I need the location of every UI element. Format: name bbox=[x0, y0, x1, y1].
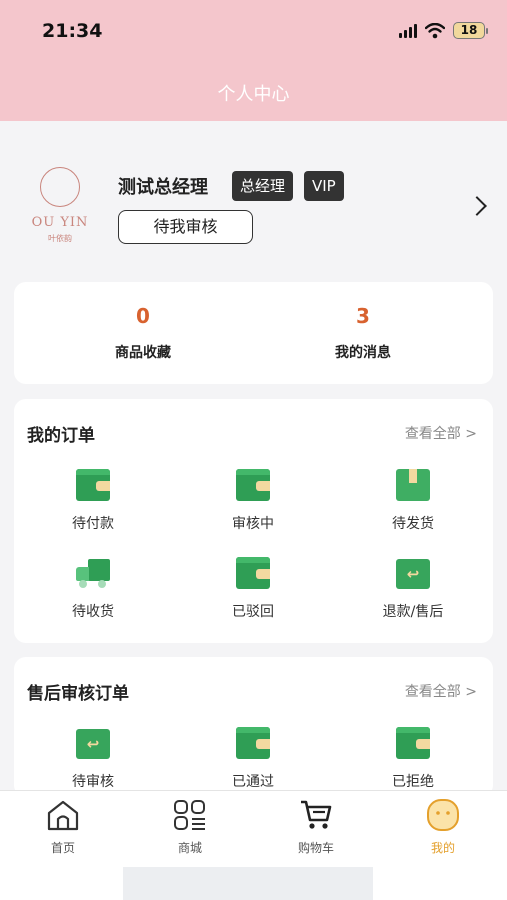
vip-badge: VIP bbox=[304, 171, 344, 201]
chevron-right-icon[interactable] bbox=[467, 196, 487, 216]
messages-label: 我的消息 bbox=[335, 345, 391, 361]
status-icons: 18 bbox=[399, 22, 488, 39]
favorites-count: 0 bbox=[136, 304, 150, 328]
wallet-icon bbox=[236, 555, 270, 589]
face-icon bbox=[427, 799, 459, 831]
home-icon bbox=[47, 800, 79, 831]
status-time: 21:34 bbox=[42, 20, 103, 42]
wifi-icon bbox=[425, 22, 445, 38]
gift-box-icon bbox=[396, 467, 430, 501]
header-bar: 21:34 18 个人中心 bbox=[0, 0, 507, 121]
orders-title: 我的订单 bbox=[27, 426, 95, 446]
role-badge: 总经理 bbox=[232, 171, 294, 201]
stats-card: 0 商品收藏 3 我的消息 bbox=[14, 282, 493, 384]
grid-icon bbox=[174, 800, 205, 830]
favorites-stat[interactable]: 0 商品收藏 bbox=[43, 304, 243, 362]
order-pending-payment[interactable]: 待付款 bbox=[38, 467, 148, 533]
after-sales-refused[interactable]: 已拒绝 bbox=[358, 725, 468, 791]
after-sales-review-card: 售后审核订单 查看全部 > ↩ 待审核 已通过 已拒绝 bbox=[14, 657, 493, 797]
wallet-icon bbox=[236, 467, 270, 501]
favorites-label: 商品收藏 bbox=[115, 345, 171, 361]
after-sales-approved[interactable]: 已通过 bbox=[198, 725, 308, 791]
after-sales-view-all-link[interactable]: 查看全部 > bbox=[405, 681, 477, 701]
after-sales-title: 售后审核订单 bbox=[27, 684, 129, 704]
order-to-receive[interactable]: 待收货 bbox=[38, 555, 148, 621]
page-title: 个人中心 bbox=[217, 84, 290, 105]
wallet-icon bbox=[236, 725, 270, 759]
pending-review-button[interactable]: 待我审核 bbox=[118, 210, 253, 244]
wallet-icon bbox=[76, 467, 110, 501]
signal-icon bbox=[399, 23, 417, 38]
profile-section[interactable]: OU YIN 叶依韵 测试总经理 总经理 VIP 待我审核 bbox=[0, 121, 507, 281]
messages-count: 3 bbox=[356, 304, 370, 328]
tab-cart[interactable]: 购物车 bbox=[276, 799, 356, 856]
order-to-ship[interactable]: 待发货 bbox=[358, 467, 468, 533]
user-name: 测试总经理 bbox=[118, 177, 208, 198]
order-refund-after-sales[interactable]: ↩ 退款/售后 bbox=[358, 555, 468, 621]
tab-mine[interactable]: 我的 bbox=[403, 799, 483, 856]
messages-stat[interactable]: 3 我的消息 bbox=[263, 304, 463, 362]
orders-view-all-link[interactable]: 查看全部 > bbox=[405, 423, 477, 443]
truck-icon bbox=[76, 555, 110, 589]
order-under-review[interactable]: 审核中 bbox=[198, 467, 308, 533]
tab-home[interactable]: 首页 bbox=[23, 799, 103, 856]
after-sales-pending[interactable]: ↩ 待审核 bbox=[38, 725, 148, 791]
return-box-icon: ↩ bbox=[396, 555, 430, 589]
return-box-icon: ↩ bbox=[76, 725, 110, 759]
my-orders-card: 我的订单 查看全部 > 待付款 审核中 待发货 待收货 已驳回 ↩ 退款/售后 bbox=[14, 399, 493, 643]
battery-icon: 18 bbox=[453, 22, 488, 39]
home-indicator bbox=[123, 867, 373, 900]
brand-logo: OU YIN 叶依韵 bbox=[18, 161, 102, 251]
tab-mall[interactable]: 商城 bbox=[150, 799, 230, 856]
cart-icon bbox=[301, 800, 332, 829]
order-rejected[interactable]: 已驳回 bbox=[198, 555, 308, 621]
wallet-icon bbox=[396, 725, 430, 759]
